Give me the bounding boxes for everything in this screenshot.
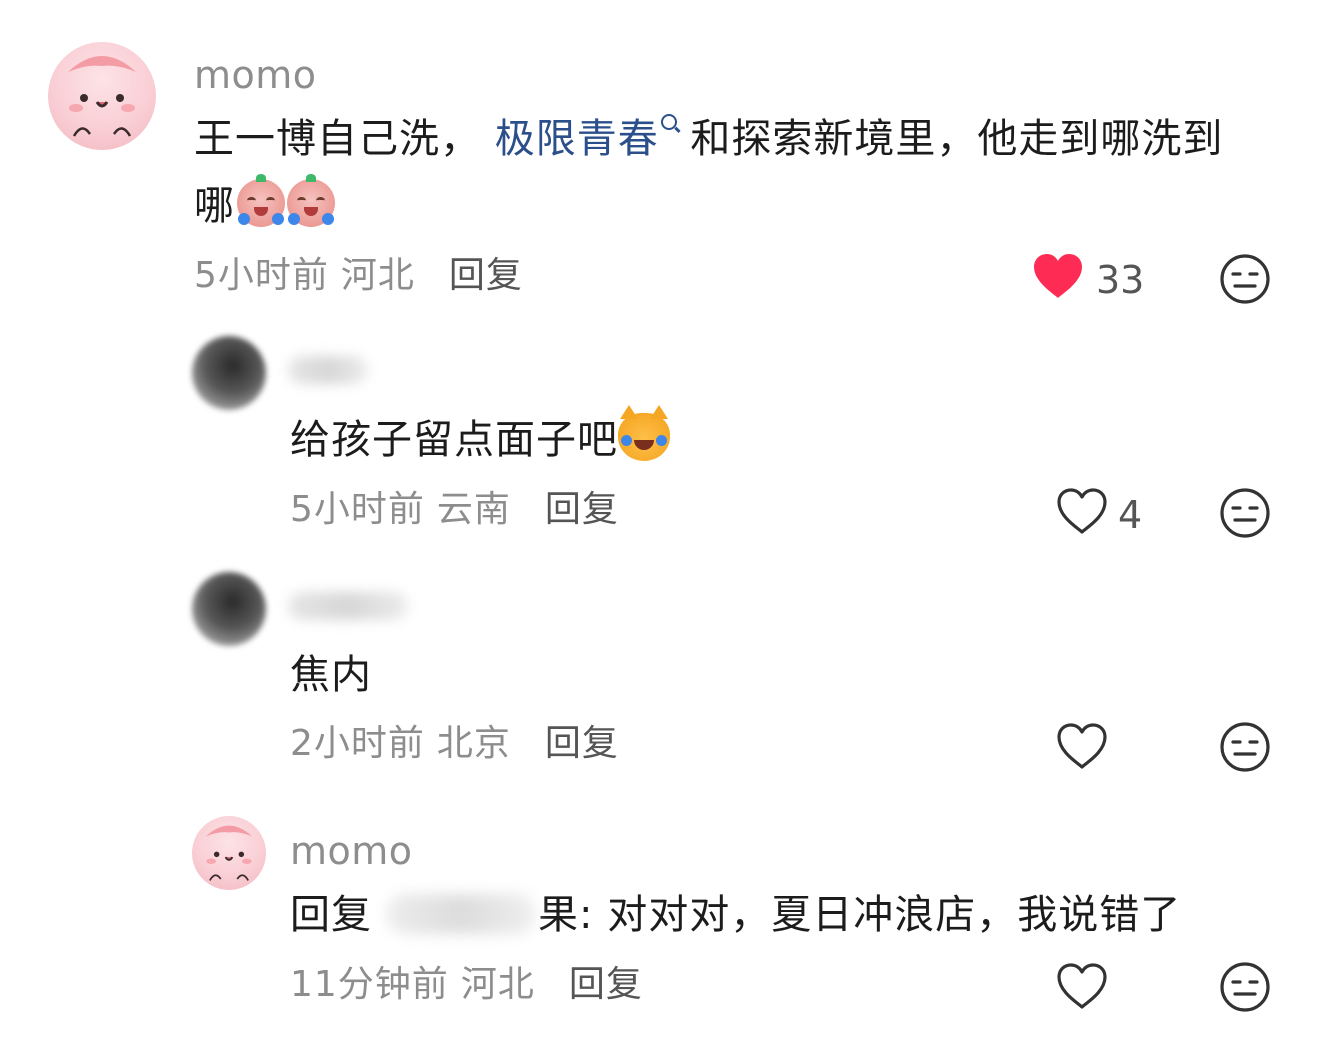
- like-button[interactable]: [1056, 722, 1108, 774]
- heart-icon: [1057, 723, 1107, 769]
- like-count: 4: [1118, 493, 1143, 537]
- reply-button[interactable]: 回复: [545, 723, 619, 764]
- avatar-face-icon: [68, 56, 136, 137]
- comment-meta: 5小时前 云南 回复: [290, 492, 619, 528]
- heart-icon: [1057, 488, 1107, 534]
- reply-button[interactable]: 回复: [569, 964, 643, 1005]
- comment-location: 河北: [460, 964, 535, 1005]
- comment-text-part: 哪: [194, 183, 235, 230]
- topic-link[interactable]: 极限青春: [494, 114, 677, 162]
- heart-icon: [1034, 254, 1082, 298]
- like-count: 33: [1096, 258, 1145, 302]
- reply-target-tail: 果: [538, 892, 579, 938]
- dislike-face-icon: [1220, 962, 1270, 1012]
- reply-prefix: 回复: [290, 892, 372, 938]
- comment-text: 王一博自己洗， 极限青春 和探索新境里，他走到哪洗到 哪: [194, 106, 1274, 240]
- comment-username[interactable]: [288, 356, 368, 384]
- avatar[interactable]: [192, 816, 266, 890]
- avatar[interactable]: [192, 572, 266, 646]
- dislike-button[interactable]: [1218, 960, 1272, 1018]
- comment-time: 11分钟前: [290, 964, 449, 1005]
- heart-icon: [1057, 963, 1107, 1009]
- comment-meta: 11分钟前 河北 回复: [290, 967, 643, 1003]
- comment-username[interactable]: momo: [290, 832, 413, 870]
- dislike-face-icon: [1220, 488, 1270, 538]
- dislike-button[interactable]: [1218, 486, 1272, 544]
- comment-text: 回复 果: 对对对，夏日冲浪店，我说错了: [290, 882, 1181, 949]
- comment-meta: 2小时前 北京 回复: [290, 726, 619, 762]
- comment-text-part: 和探索新境里，他走到哪洗到: [676, 116, 1224, 162]
- comment-time: 2小时前: [290, 723, 425, 764]
- comment-text-part: 给孩子留点面子吧: [290, 417, 618, 463]
- comment-location: 北京: [436, 723, 511, 764]
- comment-username[interactable]: [288, 592, 408, 620]
- comment-location: 云南: [436, 489, 511, 530]
- comment-location: 河北: [340, 255, 415, 296]
- like-button[interactable]: [1056, 487, 1108, 539]
- avatar[interactable]: [48, 42, 156, 150]
- avatar-face-icon: [205, 825, 253, 881]
- dislike-face-icon: [1220, 722, 1270, 772]
- comment-text: 焦内: [290, 652, 372, 698]
- like-button[interactable]: [1032, 252, 1084, 304]
- crying-cat-emoji-icon: [618, 405, 670, 461]
- reply-target-name[interactable]: [386, 894, 536, 934]
- comment-meta: 5小时前 河北 回复: [194, 258, 523, 294]
- comment-text-part: : 对对对，夏日冲浪店，我说错了: [579, 892, 1182, 938]
- comment-text-part: 王一博自己洗，: [194, 116, 495, 162]
- crying-emoji-icon: [287, 174, 335, 228]
- dislike-face-icon: [1220, 254, 1270, 304]
- comment-time: 5小时前: [290, 489, 425, 530]
- like-button[interactable]: [1056, 962, 1108, 1014]
- search-icon: [660, 114, 677, 130]
- topic-link-label: 极限青春: [494, 116, 659, 162]
- comment-username[interactable]: momo: [194, 56, 317, 94]
- comment-text: 给孩子留点面子吧: [290, 405, 670, 474]
- dislike-button[interactable]: [1218, 720, 1272, 778]
- avatar[interactable]: [192, 336, 266, 410]
- dislike-button[interactable]: [1218, 252, 1272, 310]
- reply-button[interactable]: 回复: [545, 489, 619, 530]
- crying-emoji-icon: [237, 174, 285, 228]
- comment-time: 5小时前: [194, 255, 329, 296]
- reply-button[interactable]: 回复: [449, 255, 523, 296]
